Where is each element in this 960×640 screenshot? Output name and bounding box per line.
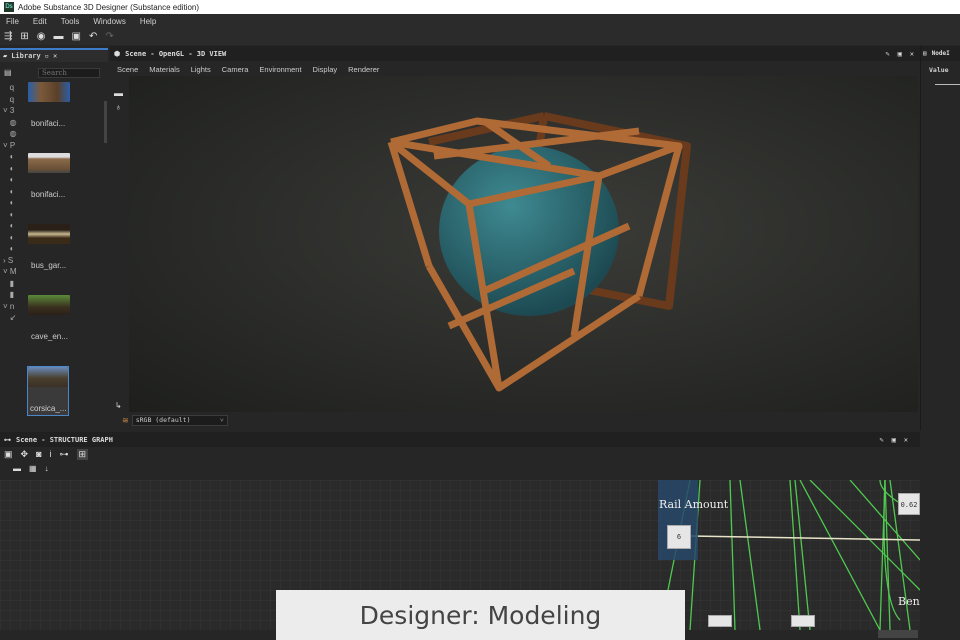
scene-menu: Scene Materials Lights Camera Environmen… <box>110 62 920 76</box>
thumbnail[interactable] <box>28 224 70 244</box>
scene-menu-materials[interactable]: Materials <box>149 65 179 74</box>
comment-icon[interactable]: ▬ <box>13 464 21 473</box>
rail-amount-node[interactable]: 6 <box>667 525 691 549</box>
thumbnail <box>28 367 68 387</box>
scene-menu-scene[interactable]: Scene <box>117 65 138 74</box>
library-panel: ▰ Library ▫ ✕ ▤ q q˅ 3 ◍ ◍˅ P ◐ ◐ ◐ ◐ ◐ … <box>0 46 108 430</box>
screenshot-icon[interactable]: ◙ <box>36 449 41 460</box>
document-icon: ▤ <box>923 50 927 57</box>
library-search-input[interactable] <box>38 68 100 78</box>
redo-icon[interactable]: ↷ <box>105 31 113 42</box>
colorspace-dropdown[interactable]: sRGB (default) ˅ <box>131 414 228 426</box>
float-icon[interactable]: ▣ <box>892 436 896 444</box>
close-icon[interactable]: ✕ <box>904 436 908 444</box>
main-toolbar: ⇶ ⊞ ◉ ▬ ▣ ↶ ↷ <box>0 28 960 45</box>
menu-file[interactable]: File <box>6 17 19 26</box>
axis-icon[interactable]: ↳ <box>115 401 122 410</box>
library-item[interactable]: bonifaci... <box>31 119 103 128</box>
web-icon[interactable]: ◉ <box>37 31 46 42</box>
scene-menu-environment[interactable]: Environment <box>259 65 301 74</box>
menu-edit[interactable]: Edit <box>33 17 47 26</box>
graph-panel-title: Scene - STRUCTURE GRAPH <box>16 435 113 444</box>
menu-help[interactable]: Help <box>140 17 156 26</box>
caption-overlay: Designer: Modeling <box>276 590 685 640</box>
library-item: corsica_... <box>30 404 67 413</box>
colorspace-value: sRGB (default) <box>135 415 191 424</box>
layers-icon[interactable]: ≋ <box>122 416 129 425</box>
library-item[interactable]: bonifaci... <box>31 190 103 199</box>
value-column-header: Value <box>929 66 949 74</box>
library-item-selected[interactable]: corsica_... <box>27 366 69 416</box>
close-icon[interactable]: ✕ <box>53 52 57 60</box>
frame-icon[interactable]: ▦ <box>29 464 37 473</box>
close-icon[interactable]: ✕ <box>910 50 914 58</box>
scene-menu-lights[interactable]: Lights <box>191 65 211 74</box>
open-folder-icon[interactable]: ▬ <box>54 31 64 42</box>
graph-scrollbar[interactable] <box>878 630 918 638</box>
scene-menu-renderer[interactable]: Renderer <box>348 65 379 74</box>
scene-panel-header: ⬢ Scene - OpenGL - 3D VIEW ✎ ▣ ✕ <box>110 46 920 61</box>
new-package-icon[interactable]: ⊞ <box>20 31 28 42</box>
info-icon[interactable]: i <box>50 449 52 460</box>
graph-icon: ⊶ <box>4 435 11 444</box>
scene-menu-display[interactable]: Display <box>313 65 338 74</box>
library-item[interactable]: cave_en... <box>31 332 103 341</box>
divider <box>935 84 960 85</box>
3d-model <box>387 112 691 392</box>
value-node[interactable]: 0.62 <box>898 493 920 515</box>
float-icon[interactable]: ▫ <box>45 52 49 60</box>
scene-3d-view-panel: ⬢ Scene - OpenGL - 3D VIEW ✎ ▣ ✕ Scene M… <box>110 46 920 430</box>
pin-node-icon[interactable]: ↓ <box>45 464 49 473</box>
graph-node[interactable] <box>791 615 815 627</box>
scene-panel-title: Scene - OpenGL - 3D VIEW <box>125 49 227 58</box>
node-info-panel: ▤ NodeI Value <box>920 46 960 430</box>
light-icon[interactable]: ♁ <box>115 102 129 112</box>
node-label-rail-amount: Rail Amount <box>659 498 729 511</box>
thumbnail[interactable] <box>28 295 70 315</box>
menu-tools[interactable]: Tools <box>61 17 80 26</box>
link-icon[interactable]: ⊶ <box>60 449 69 460</box>
new-graph-icon[interactable]: ⇶ <box>4 31 12 42</box>
layout-icon[interactable]: ⊞ <box>76 449 89 460</box>
node-label-bend: Ben <box>898 595 920 608</box>
library-item[interactable]: bus_gar... <box>31 261 103 270</box>
menu-windows[interactable]: Windows <box>93 17 125 26</box>
folder-icon: ▰ <box>3 52 8 60</box>
library-tab-label: Library <box>11 52 41 60</box>
chevron-down-icon: ˅ <box>220 415 224 424</box>
graph-toolbar-2: ▬ ▦ ↓ <box>13 464 49 473</box>
float-icon[interactable]: ▣ <box>898 50 902 58</box>
save-icon[interactable]: ▣ <box>72 31 81 42</box>
viewport-side-toolbar: ▬ ♁ ↳ <box>110 76 129 412</box>
library-scrollbar[interactable] <box>104 101 107 143</box>
thumbnail[interactable] <box>28 153 70 173</box>
pin-icon[interactable]: ✎ <box>879 436 883 444</box>
library-tab[interactable]: ▰ Library ▫ ✕ <box>0 48 108 62</box>
node-info-title: NodeI <box>931 50 950 57</box>
scene-menu-camera[interactable]: Camera <box>222 65 249 74</box>
viewport-bottom-bar: ≋ sRGB (default) ˅ <box>110 412 920 428</box>
camera-icon[interactable]: ▬ <box>114 88 129 98</box>
graph-toolbar: ▣ ✥ ◙ i ⊶ ⊞ <box>4 449 89 460</box>
add-folder-icon[interactable]: ▤ <box>4 68 12 77</box>
frame-all-icon[interactable]: ▣ <box>4 449 13 460</box>
graph-panel-header: ⊶ Scene - STRUCTURE GRAPH ✎ ▣ ✕ <box>0 432 920 447</box>
menu-bar: File Edit Tools Windows Help <box>0 14 960 28</box>
library-tree[interactable]: q q ˅ 3 ◍ ◍ ˅ P ◐ ◐ ◐ ◐ ◐ ◐ ◐ ◐ ◐ › S ˅ M ▮ … <box>3 82 25 324</box>
undo-icon[interactable]: ↶ <box>89 31 97 42</box>
node-info-header: ▤ NodeI <box>921 46 960 61</box>
library-thumbnails: bonifaci... bonifaci... bus_gar... cave_… <box>27 82 103 416</box>
cube-icon: ⬢ <box>114 49 121 58</box>
graph-node[interactable] <box>708 615 732 627</box>
pin-icon[interactable]: ✎ <box>885 50 889 58</box>
thumbnail[interactable] <box>28 82 70 102</box>
3d-viewport[interactable] <box>129 76 918 412</box>
app-logo: Ds <box>4 2 14 12</box>
window-title: Adobe Substance 3D Designer (Substance e… <box>18 2 199 12</box>
move-icon[interactable]: ✥ <box>21 449 29 460</box>
title-bar: Ds Adobe Substance 3D Designer (Substanc… <box>0 0 960 14</box>
